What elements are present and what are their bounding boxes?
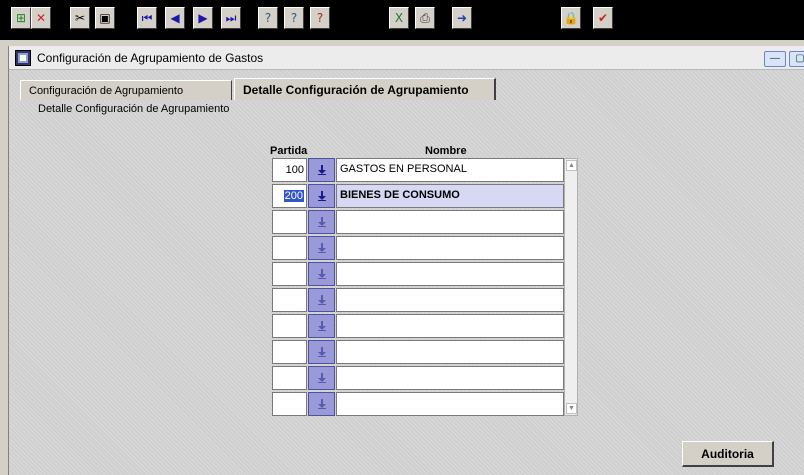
partida-field[interactable] — [272, 366, 307, 390]
next-record-icon[interactable]: ▶ — [193, 7, 213, 29]
section-label: Detalle Configuración de Agrupamiento — [38, 103, 230, 115]
toolbar: ⊞ ✕ ✂ ▣ ⏮ ◀ ▶ ⏭??? X ⎙ ➜ 🔒 ✔ — [0, 0, 804, 40]
checkbox-icon[interactable]: ✔ — [593, 7, 613, 29]
scroll-up-icon[interactable]: ▲ — [566, 160, 577, 171]
partida-field[interactable] — [272, 392, 307, 416]
nombre-field[interactable] — [336, 262, 564, 286]
partida-field[interactable] — [272, 262, 307, 286]
table-row — [272, 366, 572, 390]
window-app-icon — [15, 49, 31, 66]
nombre-field[interactable] — [336, 210, 564, 234]
nombre-field[interactable] — [336, 340, 564, 364]
table-row: 200 BIENES DE CONSUMO — [272, 184, 572, 208]
window-title: Configuración de Agrupamiento de Gastos — [37, 50, 264, 65]
partida-field[interactable] — [272, 210, 307, 234]
nombre-field[interactable]: GASTOS EN PERSONAL — [336, 158, 564, 182]
lock-icon[interactable]: 🔒 — [561, 7, 581, 29]
column-header-partida: Partida — [270, 145, 308, 157]
partida-field[interactable]: 100 — [272, 158, 307, 182]
partida-field[interactable] — [272, 236, 307, 260]
query-execute-icon[interactable]: ? — [284, 7, 304, 29]
export-excel-icon[interactable]: X — [389, 7, 409, 29]
cut-icon[interactable]: ✂ — [70, 7, 90, 29]
scroll-down-icon[interactable]: ▼ — [566, 403, 577, 414]
minimize-button[interactable]: — — [764, 51, 786, 67]
lookup-down-arrow-icon[interactable] — [308, 314, 335, 338]
partida-field[interactable] — [272, 340, 307, 364]
table-row: 100 GASTOS EN PERSONAL — [272, 158, 572, 182]
previous-record-icon[interactable]: ◀ — [165, 7, 185, 29]
nombre-field[interactable] — [336, 392, 564, 416]
lookup-down-arrow-icon[interactable] — [308, 288, 335, 312]
lookup-down-arrow-icon[interactable] — [308, 236, 335, 260]
last-record-icon[interactable]: ⏭ — [221, 7, 241, 29]
exit-icon[interactable]: ➜ — [452, 7, 472, 29]
lookup-down-arrow-icon[interactable] — [308, 184, 335, 208]
nombre-field[interactable]: BIENES DE CONSUMO — [336, 184, 564, 208]
lookup-down-arrow-icon[interactable] — [308, 210, 335, 234]
table-row — [272, 236, 572, 260]
query-cancel-icon[interactable]: ? — [310, 7, 330, 29]
print-icon[interactable]: ⎙ — [415, 7, 435, 29]
insert-record-icon[interactable]: ⊞ — [11, 7, 31, 29]
column-header-nombre: Nombre — [425, 145, 467, 157]
table-row — [272, 288, 572, 312]
table-row — [272, 340, 572, 364]
lookup-down-arrow-icon[interactable] — [308, 392, 335, 416]
query-enter-icon[interactable]: ? — [258, 7, 278, 29]
table-row — [272, 392, 572, 416]
tab-detalle-configuracion[interactable]: Detalle Configuración de Agrupamiento — [234, 78, 496, 100]
partida-field[interactable] — [272, 288, 307, 312]
partida-field[interactable] — [272, 314, 307, 338]
tab-label: Configuración de Agrupamiento — [29, 84, 184, 97]
table-row — [272, 262, 572, 286]
delete-record-icon[interactable]: ✕ — [31, 7, 51, 29]
tab-configuracion-agrupamiento[interactable]: Configuración de Agrupamiento — [20, 80, 232, 100]
grid-scrollbar[interactable]: ▲ ▼ — [564, 158, 578, 416]
nombre-field[interactable] — [336, 236, 564, 260]
lookup-down-arrow-icon[interactable] — [308, 158, 335, 182]
lookup-down-arrow-icon[interactable] — [308, 366, 335, 390]
table-row — [272, 314, 572, 338]
restore-button[interactable]: ▢ — [789, 51, 804, 67]
nombre-field[interactable] — [336, 314, 564, 338]
partida-field[interactable]: 200 — [272, 184, 307, 208]
window-titlebar[interactable]: Configuración de Agrupamiento de Gastos … — [9, 46, 804, 70]
lookup-down-arrow-icon[interactable] — [308, 340, 335, 364]
auditoria-button[interactable]: Auditoria — [682, 441, 774, 467]
nombre-field[interactable] — [336, 288, 564, 312]
table-row — [272, 210, 572, 234]
tab-label: Detalle Configuración de Agrupamiento — [243, 82, 469, 97]
lookup-down-arrow-icon[interactable] — [308, 262, 335, 286]
nombre-field[interactable] — [336, 366, 564, 390]
save-icon[interactable]: ▣ — [95, 7, 115, 29]
first-record-icon[interactable]: ⏮ — [137, 7, 157, 29]
